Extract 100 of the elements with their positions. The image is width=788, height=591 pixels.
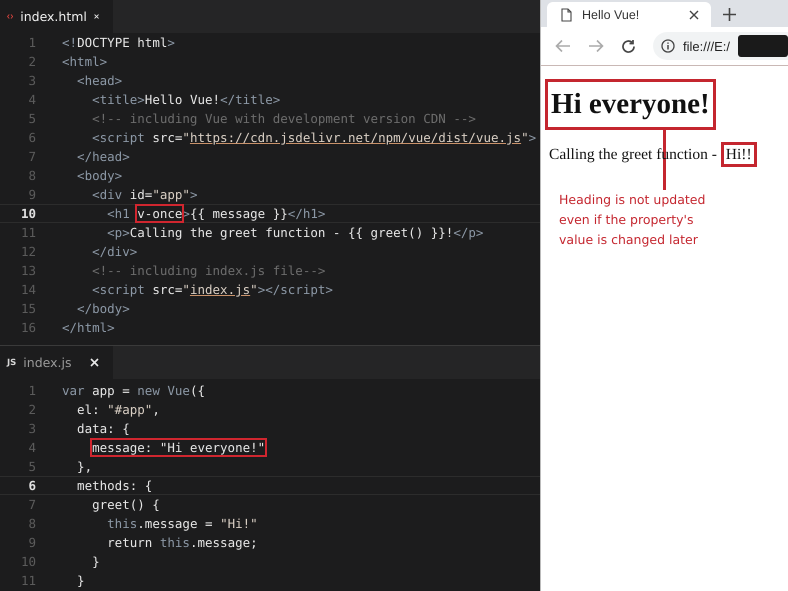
line-number: 9 <box>27 535 36 550</box>
browser-tab[interactable]: Hello Vue! <box>547 2 712 27</box>
info-icon <box>661 39 676 53</box>
code-token: } <box>91 554 100 569</box>
code-token: <title> <box>91 92 145 107</box>
line-number: 11 <box>20 573 36 588</box>
code-token: id= <box>130 187 152 202</box>
redacted-block <box>738 35 788 57</box>
js-file-icon: JS <box>7 358 16 368</box>
code-token: DOCTYPE html <box>77 35 168 50</box>
code-token: <script <box>91 130 146 145</box>
code-token: </body> <box>76 301 130 316</box>
code-token: el: <box>76 402 101 417</box>
code-token: <!-- including Vue with development version CDN --> <box>91 111 476 126</box>
address-text: file:///E:/ <box>683 38 730 54</box>
line-number: 7 <box>27 149 36 164</box>
line-number: 15 <box>20 301 36 316</box>
line-number: 2 <box>27 402 36 417</box>
code-token: }, <box>76 459 92 474</box>
line-number: 6 <box>27 478 36 493</box>
close-icon[interactable] <box>94 12 99 21</box>
line-number: 3 <box>27 421 36 436</box>
code-token: data: { <box>76 421 130 436</box>
line-number: 6 <box>27 130 36 145</box>
code-token: " <box>182 130 190 145</box>
code-token: </head> <box>76 149 130 164</box>
code-token: "#app" <box>107 402 152 417</box>
code-token: ></script> <box>258 282 333 297</box>
code-token: } <box>76 573 85 588</box>
code-token: </html> <box>62 320 115 335</box>
line-number: 13 <box>20 263 36 278</box>
code-token: " <box>182 282 190 297</box>
code-token: return <box>106 535 154 550</box>
line-number: 16 <box>20 320 36 335</box>
line-number: 8 <box>27 168 36 183</box>
line-number: 10 <box>20 206 36 221</box>
line-number: 10 <box>20 554 36 569</box>
address-bar[interactable]: file:///E:/ <box>653 32 788 60</box>
code-token: <p> <box>106 225 130 240</box>
line-number: 2 <box>27 54 36 69</box>
line-number: 11 <box>20 225 36 240</box>
code-token: <html> <box>62 54 108 69</box>
code-token: greet() { <box>91 497 160 512</box>
code-token: <script <box>91 282 146 297</box>
code-token: src= <box>152 130 182 145</box>
code-token: <div <box>91 187 124 202</box>
code-token: methods: { <box>76 478 152 493</box>
code-token: " <box>250 282 258 297</box>
code-token: , <box>152 402 160 417</box>
code-token: </title> <box>220 92 280 107</box>
line-number: 3 <box>27 73 36 88</box>
code-token: "Hi!" <box>220 516 258 531</box>
page-heading: Hi everyone! <box>545 79 716 130</box>
line-number: 5 <box>27 111 36 126</box>
new-tab-icon[interactable] <box>723 8 736 21</box>
code-token: > <box>190 187 198 202</box>
code-token: var <box>62 383 86 398</box>
code-token: src= <box>152 282 182 297</box>
code-token: > <box>167 35 175 50</box>
code-token: {{ message }} <box>190 206 288 221</box>
tab-label: index.js <box>23 355 72 370</box>
code-token: index.js <box>190 282 250 297</box>
code-token: .message = <box>137 516 214 531</box>
code-token: > <box>528 130 536 145</box>
code-token: </h1> <box>288 206 326 221</box>
code-token: </div> <box>91 244 138 259</box>
close-icon[interactable] <box>689 10 700 20</box>
editor-tab[interactable]: index.html <box>0 0 113 33</box>
line-number: 9 <box>27 187 36 202</box>
code-token: </p> <box>453 225 484 240</box>
code-token: app = <box>92 383 131 398</box>
highlighted-code: message: "Hi everyone!" <box>92 440 266 455</box>
line-number: 4 <box>27 440 36 455</box>
code-token: ({ <box>190 383 206 398</box>
code-brackets-icon <box>7 12 14 21</box>
code-token: .message; <box>190 535 258 550</box>
line-number: 8 <box>27 516 36 531</box>
line-number: 12 <box>20 244 36 259</box>
greet-result: Hi!! <box>720 142 757 167</box>
code-token: https://cdn.jsdelivr.net/npm/vue/dist/vue.js <box>190 130 522 145</box>
code-token: " <box>521 130 529 145</box>
reload-icon[interactable] <box>621 38 636 54</box>
code-token: <! <box>62 35 78 50</box>
code-token: Hello Vue! <box>144 92 220 107</box>
code-token: Calling the greet function - {{ greet() }}! <box>130 225 454 240</box>
line-number: 7 <box>27 497 36 512</box>
tab-title: Hello Vue! <box>582 8 640 22</box>
code-token: this <box>160 535 190 550</box>
code-token: <body> <box>76 168 122 183</box>
highlighted-code: v-once <box>137 206 182 221</box>
line-number: 14 <box>20 282 36 297</box>
code-token: this <box>106 516 138 531</box>
code-token: new Vue <box>137 383 190 398</box>
code-token: "app" <box>152 187 190 202</box>
tab-label: index.html <box>20 9 87 24</box>
line-number: 1 <box>27 35 36 50</box>
editor-tab[interactable]: JS index.js <box>0 346 113 379</box>
line-number: 4 <box>27 92 36 107</box>
code-token: <h1 <box>106 206 131 221</box>
code-token: <!-- including index.js file--> <box>91 263 326 278</box>
